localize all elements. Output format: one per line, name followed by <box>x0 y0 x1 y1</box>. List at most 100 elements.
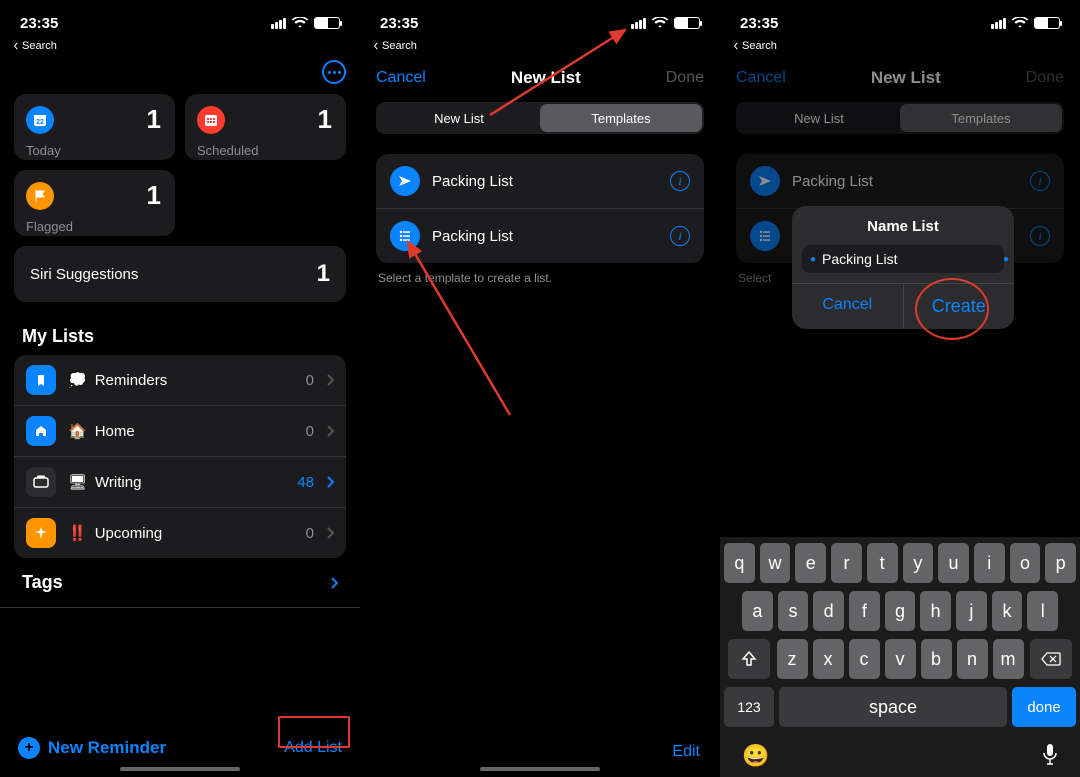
emoji-key[interactable]: 😀 <box>742 743 769 769</box>
template-row[interactable]: Packing Listi <box>376 209 704 263</box>
card-flagged[interactable]: 1 Flagged <box>14 170 175 236</box>
back-search[interactable]: Search <box>720 38 1080 52</box>
name-input-wrapper: ● ● ✕ <box>802 245 1004 273</box>
wifi-icon <box>652 17 668 29</box>
list-count: 0 <box>306 423 314 440</box>
battery-icon <box>314 17 340 29</box>
card-today[interactable]: 22 1 Today <box>14 94 175 160</box>
backspace-key[interactable] <box>1030 639 1072 679</box>
chevron-right-icon <box>330 576 338 590</box>
home-indicator[interactable] <box>480 767 600 771</box>
space-key[interactable]: space <box>779 687 1007 727</box>
seg-templates[interactable]: Templates <box>540 104 702 132</box>
template-row[interactable]: Packing List i <box>736 154 1064 209</box>
template-hint: Select a template to create a list. <box>360 263 720 293</box>
key-t[interactable]: t <box>867 543 898 583</box>
screen-templates: 23:35 Search Cancel New List Done New Li… <box>360 0 720 777</box>
popover-cancel-button[interactable]: Cancel <box>792 284 903 329</box>
my-lists: 💭Reminders0🏠Home0🖥Writing48‼️Upcoming0 <box>14 355 346 558</box>
chevron-right-icon <box>326 527 334 539</box>
segment-control[interactable]: New List Templates <box>376 102 704 134</box>
key-d[interactable]: d <box>813 591 844 631</box>
list-row[interactable]: ‼️Upcoming0 <box>14 508 346 558</box>
info-icon[interactable]: i <box>1030 226 1050 246</box>
info-icon[interactable]: i <box>670 171 690 191</box>
dictation-key[interactable] <box>1042 743 1058 765</box>
battery-icon <box>1034 17 1060 29</box>
screen-name-list: 23:35 Search Cancel New List Done New Li… <box>720 0 1080 777</box>
list-row[interactable]: 🖥Writing48 <box>14 457 346 508</box>
back-search[interactable]: Search <box>360 38 720 52</box>
name-input[interactable] <box>822 251 1003 267</box>
list-name: 🖥Writing <box>68 473 285 491</box>
key-m[interactable]: m <box>993 639 1024 679</box>
key-z[interactable]: z <box>777 639 808 679</box>
calendar-icon: 22 <box>26 106 54 134</box>
key-b[interactable]: b <box>921 639 952 679</box>
key-k[interactable]: k <box>992 591 1023 631</box>
key-o[interactable]: o <box>1010 543 1041 583</box>
template-name: Packing List <box>792 173 1018 190</box>
template-row[interactable]: Packing Listi <box>376 154 704 209</box>
more-button[interactable] <box>322 60 346 84</box>
numbers-key[interactable]: 123 <box>724 687 774 727</box>
modal-title: New List <box>511 68 581 88</box>
selection-handle-left[interactable]: ● <box>810 254 816 265</box>
seg-new-list[interactable]: New List <box>378 104 540 132</box>
key-f[interactable]: f <box>849 591 880 631</box>
back-search[interactable]: Search <box>0 38 360 52</box>
new-reminder-label: New Reminder <box>48 738 166 758</box>
siri-label: Siri Suggestions <box>30 266 138 283</box>
key-w[interactable]: w <box>760 543 791 583</box>
key-v[interactable]: v <box>885 639 916 679</box>
card-scheduled[interactable]: 1 Scheduled <box>185 94 346 160</box>
wifi-icon <box>1012 17 1028 29</box>
back-label: Search <box>742 40 777 52</box>
key-j[interactable]: j <box>956 591 987 631</box>
cancel-button[interactable]: Cancel <box>376 69 426 87</box>
key-r[interactable]: r <box>831 543 862 583</box>
key-e[interactable]: e <box>795 543 826 583</box>
key-x[interactable]: x <box>813 639 844 679</box>
key-c[interactable]: c <box>849 639 880 679</box>
key-a[interactable]: a <box>742 591 773 631</box>
tags-header: Tags <box>22 572 318 593</box>
edit-button[interactable]: Edit <box>672 743 700 761</box>
key-n[interactable]: n <box>957 639 988 679</box>
info-icon[interactable]: i <box>1030 171 1050 191</box>
key-g[interactable]: g <box>885 591 916 631</box>
status-time: 23:35 <box>740 15 778 32</box>
kbd-done-key[interactable]: done <box>1012 687 1076 727</box>
tags-row[interactable]: Tags <box>0 558 360 608</box>
chevron-right-icon <box>326 476 334 488</box>
key-u[interactable]: u <box>938 543 969 583</box>
key-i[interactable]: i <box>974 543 1005 583</box>
seg-new-list: New List <box>738 104 900 132</box>
list-row[interactable]: 💭Reminders0 <box>14 355 346 406</box>
cancel-button[interactable]: Cancel <box>736 69 786 87</box>
info-icon[interactable]: i <box>670 226 690 246</box>
segment-control: New List Templates <box>736 102 1064 134</box>
key-s[interactable]: s <box>778 591 809 631</box>
scheduled-count: 1 <box>318 104 332 135</box>
key-q[interactable]: q <box>724 543 755 583</box>
done-button[interactable]: Done <box>666 69 704 87</box>
today-label: Today <box>26 143 161 158</box>
key-y[interactable]: y <box>903 543 934 583</box>
key-l[interactable]: l <box>1027 591 1058 631</box>
new-reminder-button[interactable]: + New Reminder <box>18 737 166 759</box>
key-h[interactable]: h <box>920 591 951 631</box>
chevron-right-icon <box>326 374 334 386</box>
home-indicator[interactable] <box>120 767 240 771</box>
selection-handle-right[interactable]: ● <box>1003 254 1009 265</box>
card-siri[interactable]: Siri Suggestions 1 <box>14 246 346 302</box>
list-icon <box>390 221 420 251</box>
list-row[interactable]: 🏠Home0 <box>14 406 346 457</box>
shift-key[interactable] <box>728 639 770 679</box>
calendar-grid-icon <box>197 106 225 134</box>
flag-icon <box>26 182 54 210</box>
key-p[interactable]: p <box>1045 543 1076 583</box>
list-icon <box>26 467 56 497</box>
popover-title: Name List <box>792 206 1014 245</box>
back-label: Search <box>382 40 417 52</box>
